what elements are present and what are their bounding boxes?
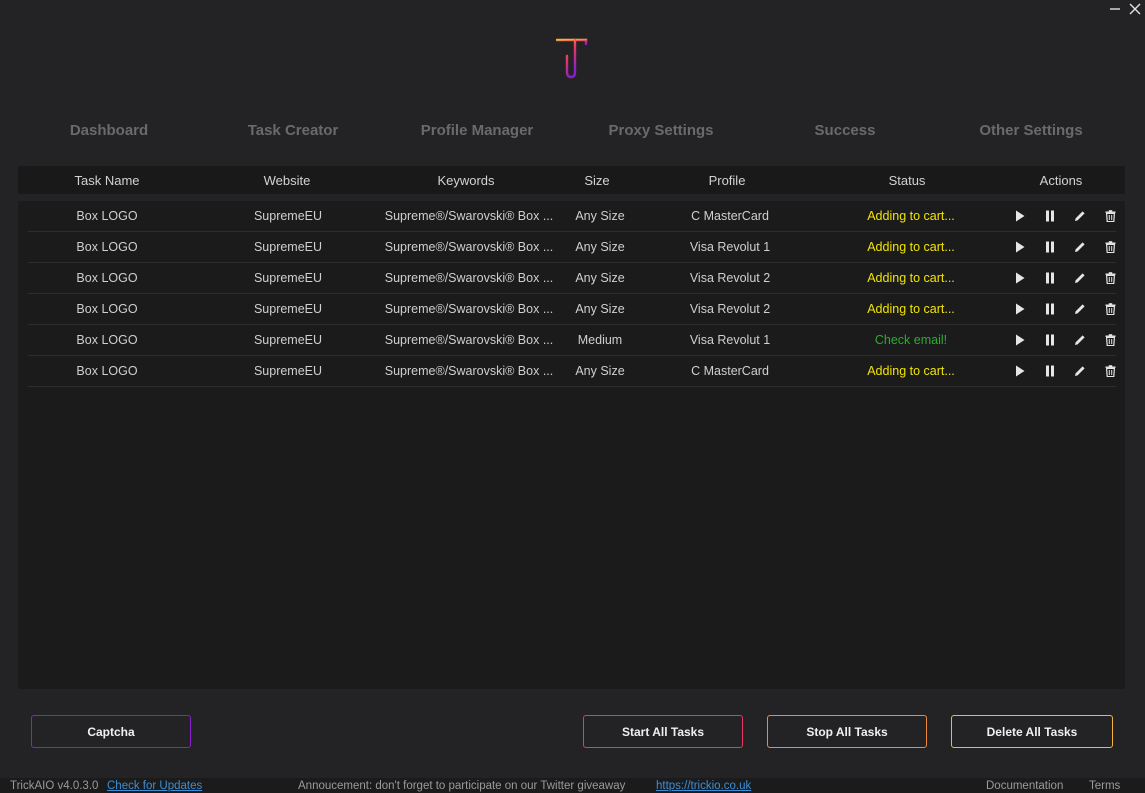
delete-all-tasks-button[interactable]: Delete All Tasks: [951, 715, 1113, 748]
cell-size: Any Size: [575, 240, 625, 254]
cell-task-name: Box LOGO: [76, 364, 138, 378]
cell-profile: Visa Revolut 1: [689, 240, 771, 254]
stop-all-tasks-button[interactable]: Stop All Tasks: [767, 715, 927, 748]
play-icon[interactable]: [1013, 270, 1027, 286]
nav-proxy-settings[interactable]: Proxy Settings: [608, 122, 713, 139]
pause-icon[interactable]: [1043, 270, 1057, 286]
edit-icon[interactable]: [1073, 363, 1087, 379]
table-row[interactable]: Box LOGO SupremeEU Supreme®/Swarovski® Box…: [28, 232, 1116, 263]
column-header-profile: Profile: [708, 173, 746, 188]
trash-icon[interactable]: [1103, 270, 1117, 286]
task-table-body: Box LOGO SupremeEU Supreme®/Swarovski® Box…: [18, 201, 1125, 689]
cell-task-name: Box LOGO: [76, 209, 138, 223]
pause-icon[interactable]: [1043, 239, 1057, 255]
terms-link[interactable]: Terms: [1089, 780, 1120, 792]
table-row[interactable]: Box LOGO SupremeEU Supreme®/Swarovski® Box…: [28, 294, 1116, 325]
pause-icon[interactable]: [1043, 332, 1057, 348]
cell-website: SupremeEU: [253, 240, 323, 254]
edit-icon[interactable]: [1073, 208, 1087, 224]
close-icon[interactable]: [1125, 0, 1145, 18]
column-header-task-name: Task Name: [74, 173, 140, 188]
cell-profile: Visa Revolut 2: [689, 302, 771, 316]
cell-website: SupremeEU: [253, 333, 323, 347]
play-icon[interactable]: [1013, 301, 1027, 317]
trash-icon[interactable]: [1103, 332, 1117, 348]
cell-size: Any Size: [575, 364, 625, 378]
trash-icon[interactable]: [1103, 301, 1117, 317]
cell-task-name: Box LOGO: [76, 302, 138, 316]
cell-website: SupremeEU: [253, 364, 323, 378]
version-label: TrickAIO v4.0.3.0: [10, 780, 99, 792]
play-icon[interactable]: [1013, 363, 1027, 379]
main-nav: Dashboard Task Creator Profile Manager P…: [18, 122, 1125, 142]
trash-icon[interactable]: [1103, 363, 1117, 379]
cell-status: Adding to cart...: [867, 302, 955, 316]
play-icon[interactable]: [1013, 239, 1027, 255]
task-table-header: Task Name Website Keywords Size Profile …: [18, 166, 1125, 194]
window-controls: [1105, 0, 1145, 18]
nav-success[interactable]: Success: [815, 122, 876, 139]
table-row[interactable]: Box LOGO SupremeEU Supreme®/Swarovski® Box…: [28, 325, 1116, 356]
cell-keywords: Supreme®/Swarovski® Box ...: [384, 209, 554, 223]
trash-icon[interactable]: [1103, 208, 1117, 224]
captcha-button[interactable]: Captcha: [31, 715, 191, 748]
cell-keywords: Supreme®/Swarovski® Box ...: [384, 271, 554, 285]
app-window: Dashboard Task Creator Profile Manager P…: [0, 0, 1145, 793]
trickaio-logo: [553, 36, 589, 82]
pause-icon[interactable]: [1043, 363, 1057, 379]
column-header-keywords: Keywords: [437, 173, 495, 188]
minimize-icon[interactable]: [1105, 0, 1125, 18]
cell-keywords: Supreme®/Swarovski® Box ...: [384, 364, 554, 378]
cell-status: Check email!: [874, 333, 948, 347]
edit-icon[interactable]: [1073, 301, 1087, 317]
cell-status: Adding to cart...: [867, 271, 955, 285]
cell-profile: Visa Revolut 2: [689, 271, 771, 285]
cell-status: Adding to cart...: [867, 364, 955, 378]
cell-task-name: Box LOGO: [76, 271, 138, 285]
cell-profile: C MasterCard: [691, 209, 769, 223]
announcement-link[interactable]: https://trickio.co.uk: [656, 780, 751, 792]
cell-size: Medium: [577, 333, 623, 347]
edit-icon[interactable]: [1073, 270, 1087, 286]
edit-icon[interactable]: [1073, 332, 1087, 348]
pause-icon[interactable]: [1043, 301, 1057, 317]
table-row[interactable]: Box LOGO SupremeEU Supreme®/Swarovski® Box…: [28, 201, 1116, 232]
start-all-tasks-button[interactable]: Start All Tasks: [583, 715, 743, 748]
documentation-link[interactable]: Documentation: [986, 780, 1063, 792]
table-row[interactable]: Box LOGO SupremeEU Supreme®/Swarovski® Box…: [28, 356, 1116, 387]
cell-keywords: Supreme®/Swarovski® Box ...: [384, 240, 554, 254]
trash-icon[interactable]: [1103, 239, 1117, 255]
cell-website: SupremeEU: [253, 271, 323, 285]
column-header-size: Size: [584, 173, 610, 188]
cell-status: Adding to cart...: [867, 240, 955, 254]
play-icon[interactable]: [1013, 332, 1027, 348]
nav-profile-manager[interactable]: Profile Manager: [421, 122, 534, 139]
cell-task-name: Box LOGO: [76, 240, 138, 254]
status-footer: TrickAIO v4.0.3.0 Check for Updates Anno…: [0, 778, 1145, 793]
cell-keywords: Supreme®/Swarovski® Box ...: [384, 333, 554, 347]
column-header-actions: Actions: [1039, 173, 1083, 188]
cell-task-name: Box LOGO: [76, 333, 138, 347]
cell-size: Any Size: [575, 302, 625, 316]
table-row[interactable]: Box LOGO SupremeEU Supreme®/Swarovski® Box…: [28, 263, 1116, 294]
play-icon[interactable]: [1013, 208, 1027, 224]
cell-website: SupremeEU: [253, 209, 323, 223]
cell-profile: Visa Revolut 1: [689, 333, 771, 347]
cell-website: SupremeEU: [253, 302, 323, 316]
column-header-website: Website: [263, 173, 311, 188]
cell-profile: C MasterCard: [691, 364, 769, 378]
nav-dashboard[interactable]: Dashboard: [70, 122, 148, 139]
announcement-text: Annoucement: don't forget to participate…: [298, 780, 626, 792]
nav-task-creator[interactable]: Task Creator: [248, 122, 339, 139]
cell-status: Adding to cart...: [867, 209, 955, 223]
check-updates-link[interactable]: Check for Updates: [107, 780, 202, 792]
cell-size: Any Size: [575, 209, 625, 223]
nav-other-settings[interactable]: Other Settings: [979, 122, 1082, 139]
cell-keywords: Supreme®/Swarovski® Box ...: [384, 302, 554, 316]
pause-icon[interactable]: [1043, 208, 1057, 224]
cell-size: Any Size: [575, 271, 625, 285]
column-header-status: Status: [888, 173, 926, 188]
edit-icon[interactable]: [1073, 239, 1087, 255]
